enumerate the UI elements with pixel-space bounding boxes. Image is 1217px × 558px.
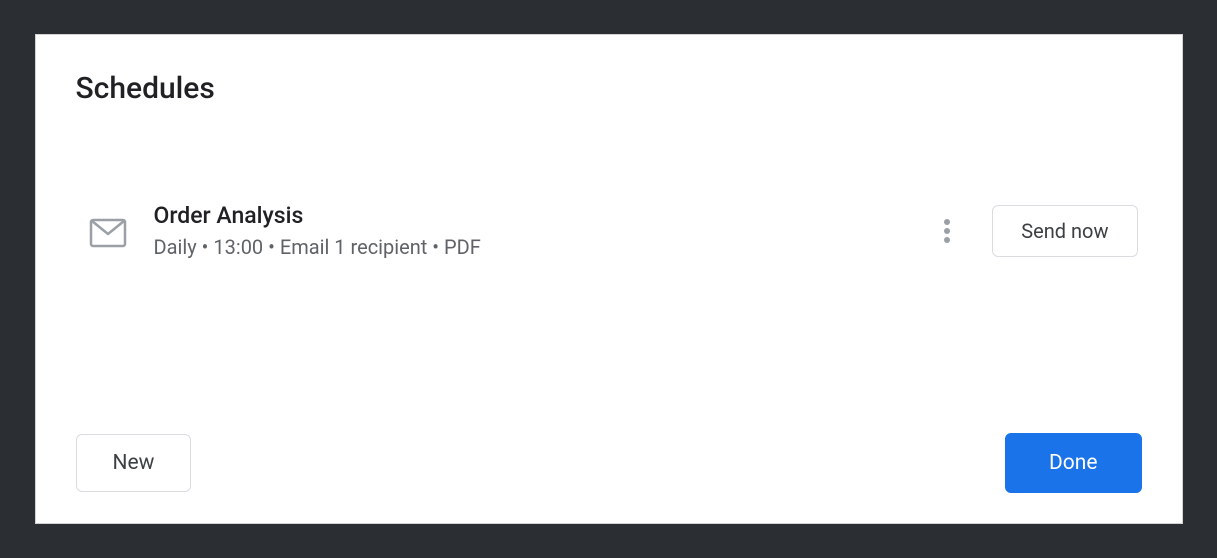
done-button[interactable]: Done	[1005, 433, 1142, 493]
schedule-details: Daily • 13:00 • Email 1 recipient • PDF	[154, 235, 913, 259]
new-button[interactable]: New	[76, 434, 192, 492]
schedule-list: Order Analysis Daily • 13:00 • Email 1 r…	[76, 202, 1142, 413]
schedule-name: Order Analysis	[154, 202, 913, 229]
dialog-footer: New Done	[76, 433, 1142, 493]
schedules-dialog: Schedules Order Analysis Daily • 13:00 •…	[35, 34, 1183, 524]
schedule-text: Order Analysis Daily • 13:00 • Email 1 r…	[154, 202, 913, 259]
more-vert-icon	[944, 219, 950, 243]
mail-icon	[88, 213, 128, 253]
dialog-title: Schedules	[76, 71, 1142, 106]
schedule-item: Order Analysis Daily • 13:00 • Email 1 r…	[76, 202, 1142, 259]
more-options-button[interactable]	[938, 213, 956, 249]
schedule-actions: Send now	[938, 205, 1137, 257]
send-now-button[interactable]: Send now	[992, 205, 1137, 257]
